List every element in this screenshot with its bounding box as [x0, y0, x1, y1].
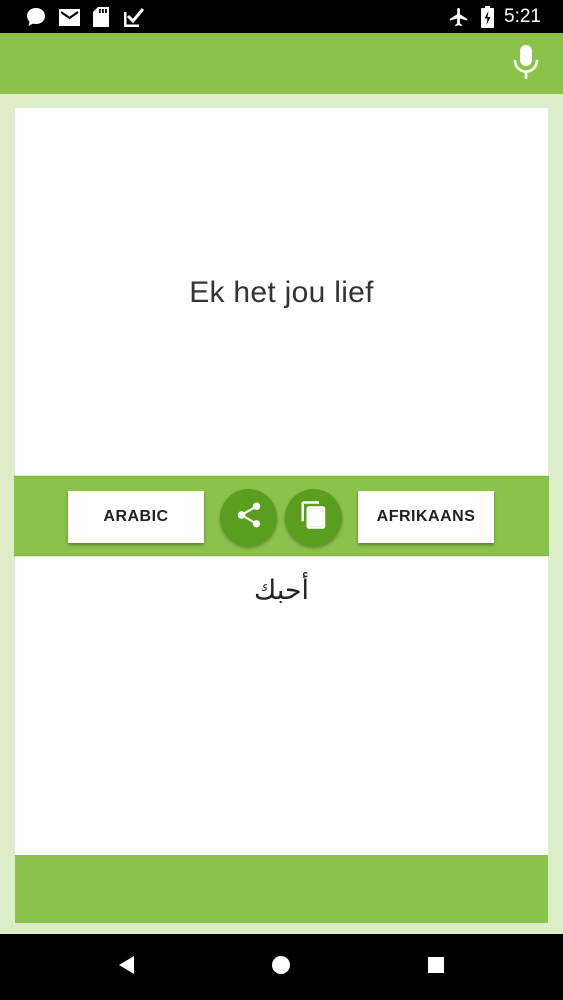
sd-card-icon — [92, 6, 110, 28]
share-icon — [234, 500, 264, 535]
recents-icon — [427, 956, 445, 979]
check-box-icon — [123, 6, 145, 28]
from-language-button[interactable]: ARABIC — [68, 491, 204, 543]
status-bar: 5:21 — [0, 0, 563, 33]
target-text: أحبك — [253, 575, 310, 606]
navigation-bar — [0, 934, 563, 1000]
app-toolbar — [0, 33, 563, 94]
to-language-button[interactable]: AFRIKAANS — [358, 491, 494, 543]
status-time: 5:21 — [504, 6, 541, 27]
recents-button[interactable] — [423, 954, 449, 980]
source-text-panel[interactable]: Ek het jou lief — [15, 108, 548, 475]
airplane-mode-icon — [448, 6, 470, 28]
home-icon — [270, 954, 292, 981]
back-icon — [116, 954, 136, 981]
source-text: Ek het jou lief — [189, 275, 374, 309]
home-button[interactable] — [268, 954, 294, 980]
bottom-banner — [15, 855, 548, 923]
chat-icon — [24, 6, 48, 28]
back-button[interactable] — [113, 954, 139, 980]
language-control-bar: ARABIC AFRIKAANS — [14, 476, 549, 556]
microphone-icon — [513, 44, 539, 84]
target-text-panel[interactable]: أحبك — [15, 557, 548, 855]
battery-charging-icon — [479, 6, 495, 28]
mail-icon — [58, 6, 80, 28]
copy-icon — [299, 500, 329, 535]
microphone-button[interactable] — [509, 44, 543, 84]
share-button[interactable] — [220, 489, 277, 546]
copy-button[interactable] — [285, 489, 342, 546]
